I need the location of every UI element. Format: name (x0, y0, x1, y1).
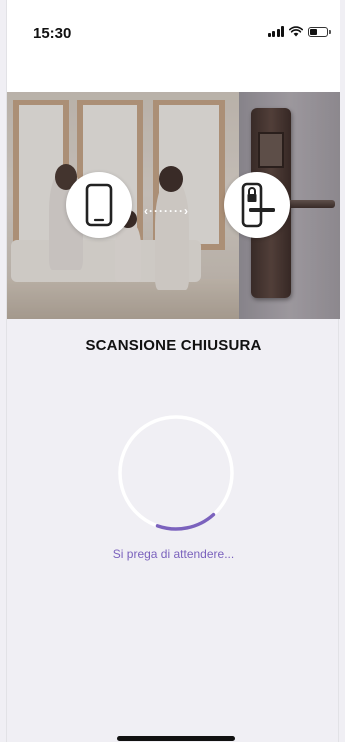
battery-icon (308, 26, 331, 37)
dotted-double-arrow-icon: ‹·······› (144, 204, 189, 218)
home-indicator[interactable] (117, 736, 235, 741)
signal-icon (267, 26, 284, 37)
waiting-text: Si prega di attendere... (112, 547, 235, 561)
wifi-icon (289, 26, 303, 37)
status-icons (267, 26, 331, 37)
status-bar: 15:30 (7, 0, 340, 92)
hero-image: ‹·······› (7, 92, 340, 319)
smartphone-icon (66, 172, 132, 238)
page-title: SCANSIONE CHIUSURA (85, 337, 262, 354)
door-lock-icon (224, 172, 290, 238)
app-screen: 15:30 ‹·······› SCANSIONE CHIUSURA Si pr… (6, 0, 340, 742)
loading-spinner (118, 415, 234, 531)
status-time: 15:30 (33, 25, 72, 42)
